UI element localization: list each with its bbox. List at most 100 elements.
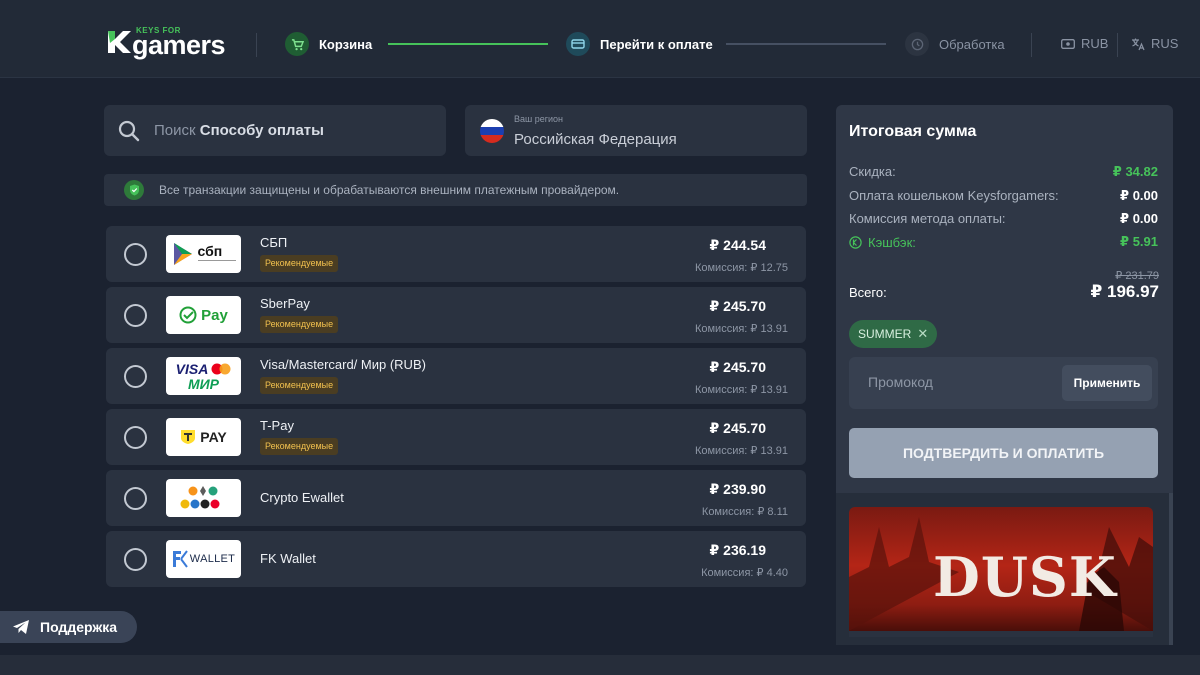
tpay-logo: PAY (166, 418, 241, 456)
money-icon (1061, 38, 1075, 49)
step-processing[interactable]: Обработка (905, 31, 1005, 57)
applied-coupon-chip[interactable]: SUMMER ✕ (849, 320, 938, 348)
step-cart-label: Корзина (319, 36, 373, 52)
payment-method-visa-mastercard-mir[interactable]: VISA МИР Visa/Mastercard/ Мир (RUB) Реко… (106, 348, 806, 404)
payment-name: Crypto Ewallet (260, 490, 344, 505)
security-notice-text: Все транзакции защищены и обрабатываются… (159, 183, 620, 197)
panel-scrollbar[interactable] (1169, 493, 1173, 645)
recommended-badge: Рекомендуемые (260, 438, 339, 455)
apply-promo-button[interactable]: Применить (1062, 365, 1152, 401)
radio-button[interactable] (124, 426, 147, 449)
logo-k-icon (108, 31, 131, 53)
game-title: DUSK (933, 545, 1117, 609)
progress-line-done (388, 43, 548, 45)
language-selector[interactable]: RUS (1131, 36, 1178, 51)
promo-placeholder: Промокод (868, 374, 933, 390)
shield-check-icon (124, 180, 144, 200)
top-header: KEYS FOR gamers Корзина Перейти к оплате… (0, 0, 1200, 78)
payment-method-sberpay[interactable]: Pay SberPay Рекомендуемые ₽ 245.70 Комис… (106, 287, 806, 343)
payment-method-tpay[interactable]: PAY T-Pay Рекомендуемые ₽ 245.70 Комисси… (106, 409, 806, 465)
sberpay-logo: Pay (166, 296, 241, 334)
radio-button[interactable] (124, 548, 147, 571)
summary-row-wallet: Оплата кошельком Keysforgamers: ₽ 0.00 (849, 188, 1158, 203)
payment-name: СБП (260, 235, 288, 250)
footer-band (0, 655, 1200, 675)
header-divider (256, 33, 257, 57)
payment-name: SberPay (260, 296, 310, 311)
fk-wallet-logo: WALLET (166, 540, 241, 578)
radio-button[interactable] (124, 365, 147, 388)
payment-price: ₽ 239.90 (709, 481, 766, 497)
site-logo[interactable]: KEYS FOR gamers (106, 26, 228, 61)
sbp-logo: сбп (166, 235, 241, 273)
crypto-coins-logo (166, 479, 241, 517)
currency-label: RUB (1081, 36, 1109, 51)
recommended-badge: Рекомендуемые (260, 377, 339, 394)
summary-row-cashback: Кэшбэк: ₽ 5.91 (849, 234, 1158, 250)
recommended-badge: Рекомендуемые (260, 255, 339, 272)
currency-selector[interactable]: RUB (1061, 36, 1108, 51)
payment-price: ₽ 245.70 (709, 420, 766, 436)
radio-button[interactable] (124, 243, 147, 266)
payment-commission: Комиссия: ₽ 13.91 (694, 445, 788, 457)
payment-price: ₽ 245.70 (709, 359, 766, 375)
recommended-badge: Рекомендуемые (260, 316, 339, 333)
payment-commission: Комиссия: ₽ 4.40 (701, 567, 788, 579)
payment-price: ₽ 244.54 (709, 237, 766, 253)
game-card-dusk[interactable]: DUSK (849, 507, 1153, 637)
region-value: Российская Федерация (514, 131, 677, 148)
cashback-icon (849, 235, 862, 249)
clock-icon (905, 32, 929, 56)
support-button[interactable]: Поддержка (0, 611, 137, 643)
card-icon (566, 32, 590, 56)
step-cart[interactable]: Корзина (285, 31, 372, 57)
payment-commission: Комиссия: ₽ 8.11 (701, 506, 788, 518)
language-label: RUS (1151, 36, 1179, 51)
search-icon (118, 120, 140, 141)
payment-commission: Комиссия: ₽ 12.75 (694, 262, 788, 274)
security-notice: Все транзакции защищены и обрабатываются… (104, 174, 807, 206)
radio-button[interactable] (124, 487, 147, 510)
payment-name: FK Wallet (260, 551, 316, 566)
payment-commission: Комиссия: ₽ 13.91 (694, 384, 788, 396)
region-selector[interactable]: Ваш регион Российская Федерация (465, 105, 807, 156)
total-value: ₽ 196.97 (1090, 282, 1159, 301)
search-placeholder: Поиск Способу оплаты (154, 122, 324, 139)
header-divider (1117, 33, 1118, 57)
payment-method-crypto-ewallet[interactable]: Crypto Ewallet ₽ 239.90 Комиссия: ₽ 8.11 (106, 470, 806, 526)
radio-button[interactable] (124, 304, 147, 327)
game-card-footer (849, 631, 1153, 637)
logo-text: gamers (132, 30, 226, 60)
payment-method-fk-wallet[interactable]: WALLET FK Wallet ₽ 236.19 Комиссия: ₽ 4.… (106, 531, 806, 587)
cart-icon (285, 32, 309, 56)
visa-mir-logo: VISA МИР (166, 357, 241, 395)
payment-search-input[interactable]: Поиск Способу оплаты (104, 105, 446, 156)
payment-price: ₽ 236.19 (709, 542, 766, 558)
region-label: Ваш регион (514, 114, 564, 124)
total-label: Всего: (849, 285, 887, 300)
payment-name: T-Pay (260, 418, 294, 433)
confirm-and-pay-button[interactable]: ПОДТВЕРДИТЬ И ОПЛАТИТЬ (849, 428, 1158, 478)
summary-row-commission: Комиссия метода оплаты: ₽ 0.00 (849, 211, 1158, 226)
promo-code-field[interactable]: Промокод Применить (849, 357, 1158, 409)
progress-line-pending (726, 43, 886, 45)
recommended-game-panel: DUSK (836, 493, 1169, 645)
support-label: Поддержка (40, 619, 118, 635)
coupon-code: SUMMER (858, 327, 912, 341)
payment-price: ₽ 245.70 (709, 298, 766, 314)
header-divider (1031, 33, 1032, 57)
telegram-icon (13, 620, 29, 634)
payment-commission: Комиссия: ₽ 13.91 (694, 323, 788, 335)
summary-row-discount: Скидка: ₽ 34.82 (849, 164, 1158, 179)
step-payment[interactable]: Перейти к оплате (566, 31, 713, 57)
payment-method-sbp[interactable]: сбп СБП Рекомендуемые ₽ 244.54 Комиссия:… (106, 226, 806, 282)
step-payment-label: Перейти к оплате (600, 36, 713, 52)
step-processing-label: Обработка (939, 36, 1005, 52)
old-total: ₽ 231.79 (1115, 270, 1159, 282)
payment-name: Visa/Mastercard/ Мир (RUB) (260, 357, 426, 372)
russia-flag-icon (480, 119, 504, 143)
translate-icon (1132, 38, 1145, 50)
order-summary-panel: Итоговая сумма Скидка: ₽ 34.82 Оплата ко… (836, 105, 1173, 493)
summary-title: Итоговая сумма (849, 123, 977, 140)
remove-coupon-icon[interactable]: ✕ (917, 326, 928, 342)
